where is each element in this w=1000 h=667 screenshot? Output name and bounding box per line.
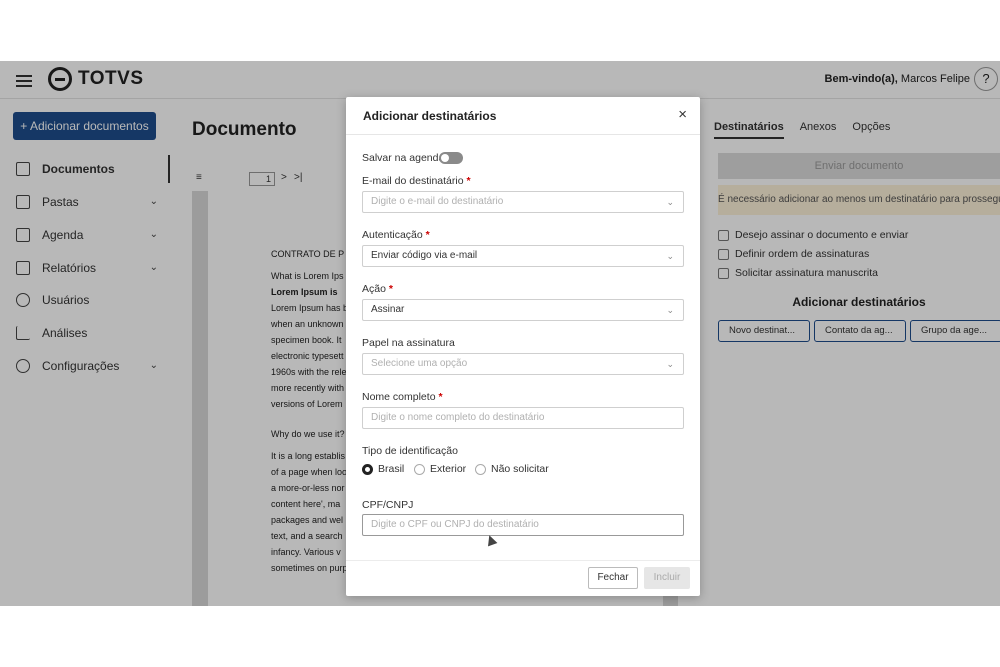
action-value: Assinar	[371, 304, 405, 315]
auth-select[interactable]: Enviar código via e-mail ⌄	[362, 245, 684, 267]
modal-title: Adicionar destinatários	[363, 109, 497, 123]
role-placeholder: Selecione uma opção	[371, 358, 468, 369]
role-select[interactable]: Selecione uma opção ⌄	[362, 353, 684, 375]
name-placeholder: Digite o nome completo do destinatário	[371, 412, 545, 423]
app-window: TOTVS Bem-vindo(a), Marcos Felipe ? + Ad…	[0, 61, 1000, 606]
close-icon[interactable]: ×	[678, 106, 687, 123]
radio-nao-solicitar[interactable]: Não solicitar	[475, 463, 549, 475]
action-select[interactable]: Assinar ⌄	[362, 299, 684, 321]
save-agenda-label: Salvar na agenda	[362, 152, 445, 164]
radio-button[interactable]	[414, 463, 425, 475]
idtype-label: Tipo de identificação	[362, 445, 458, 457]
cpf-placeholder: Digite o CPF ou CNPJ do destinatário	[371, 519, 539, 530]
modal-header: Adicionar destinatários ×	[346, 97, 700, 135]
auth-label: Autenticação *	[362, 229, 430, 241]
radio-exterior[interactable]: Exterior	[414, 463, 466, 475]
radio-label: Não solicitar	[491, 463, 549, 475]
email-field[interactable]: Digite o e-mail do destinatário ⌄	[362, 191, 684, 213]
action-label: Ação *	[362, 283, 393, 295]
cpf-label: CPF/CNPJ	[362, 499, 414, 511]
radio-label: Exterior	[430, 463, 467, 475]
cpf-cnpj-field[interactable]: Digite o CPF ou CNPJ do destinatário	[362, 514, 684, 536]
radio-button[interactable]	[475, 463, 486, 475]
include-button[interactable]: Incluir	[644, 567, 690, 589]
role-label: Papel na assinatura	[362, 337, 455, 349]
action-label-text: Ação	[362, 283, 386, 295]
full-name-field[interactable]: Digite o nome completo do destinatário	[362, 407, 684, 429]
auth-label-text: Autenticação	[362, 229, 423, 241]
chevron-down-icon: ⌄	[666, 305, 674, 315]
radio-label: Brasil	[378, 463, 405, 475]
email-label-text: E-mail do destinatário	[362, 175, 464, 187]
email-placeholder: Digite o e-mail do destinatário	[371, 196, 504, 207]
close-button[interactable]: Fechar	[588, 567, 638, 589]
modal-footer: Fechar Incluir	[346, 560, 700, 596]
email-label: E-mail do destinatário *	[362, 175, 471, 187]
chevron-down-icon: ⌄	[666, 359, 674, 369]
radio-brasil[interactable]: Brasil	[362, 463, 404, 475]
name-label-text: Nome completo	[362, 391, 436, 403]
save-agenda-toggle[interactable]	[439, 152, 463, 164]
chevron-down-icon: ⌄	[666, 197, 674, 207]
add-recipients-modal: Adicionar destinatários × Salvar na agen…	[346, 97, 700, 596]
name-label: Nome completo *	[362, 391, 443, 403]
auth-value: Enviar código via e-mail	[371, 250, 478, 261]
radio-button[interactable]	[362, 463, 373, 475]
chevron-down-icon: ⌄	[666, 251, 674, 261]
